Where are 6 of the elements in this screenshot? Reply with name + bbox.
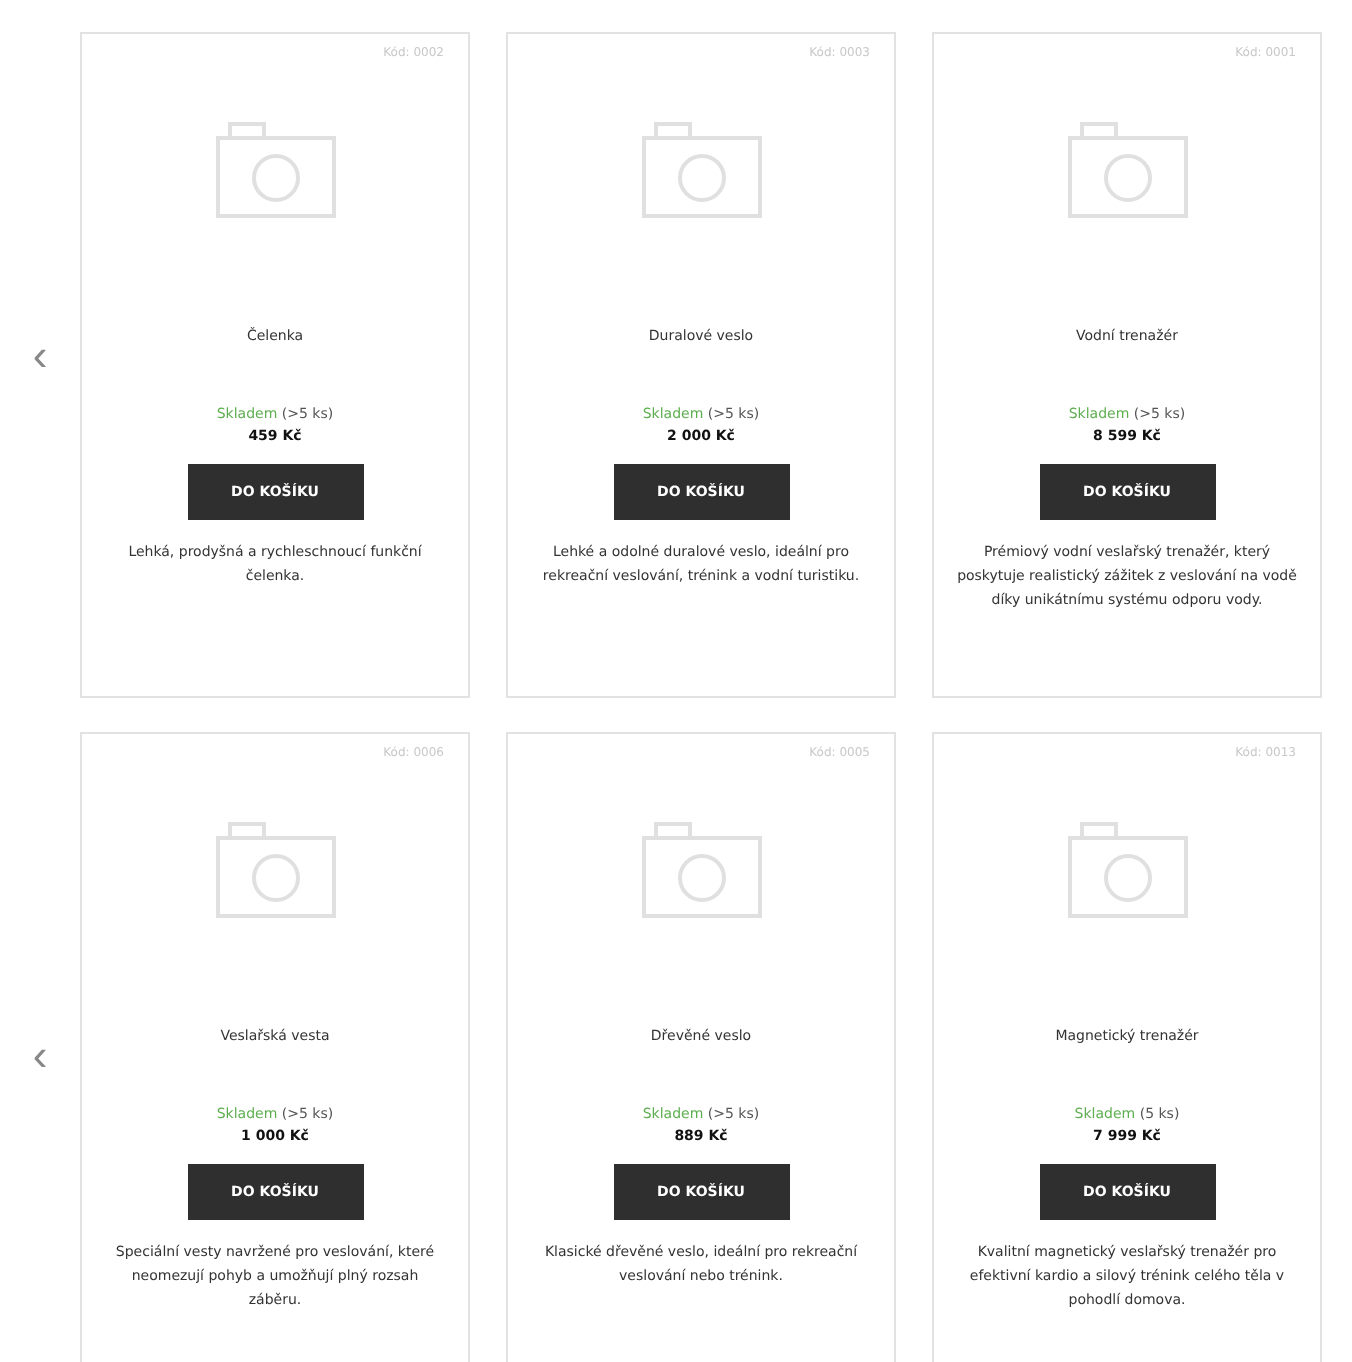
camera-icon [639, 120, 763, 220]
camera-icon [1065, 120, 1189, 220]
camera-icon [1065, 820, 1189, 920]
camera-icon [213, 820, 337, 920]
camera-icon [639, 820, 763, 920]
camera-icon [213, 120, 337, 220]
